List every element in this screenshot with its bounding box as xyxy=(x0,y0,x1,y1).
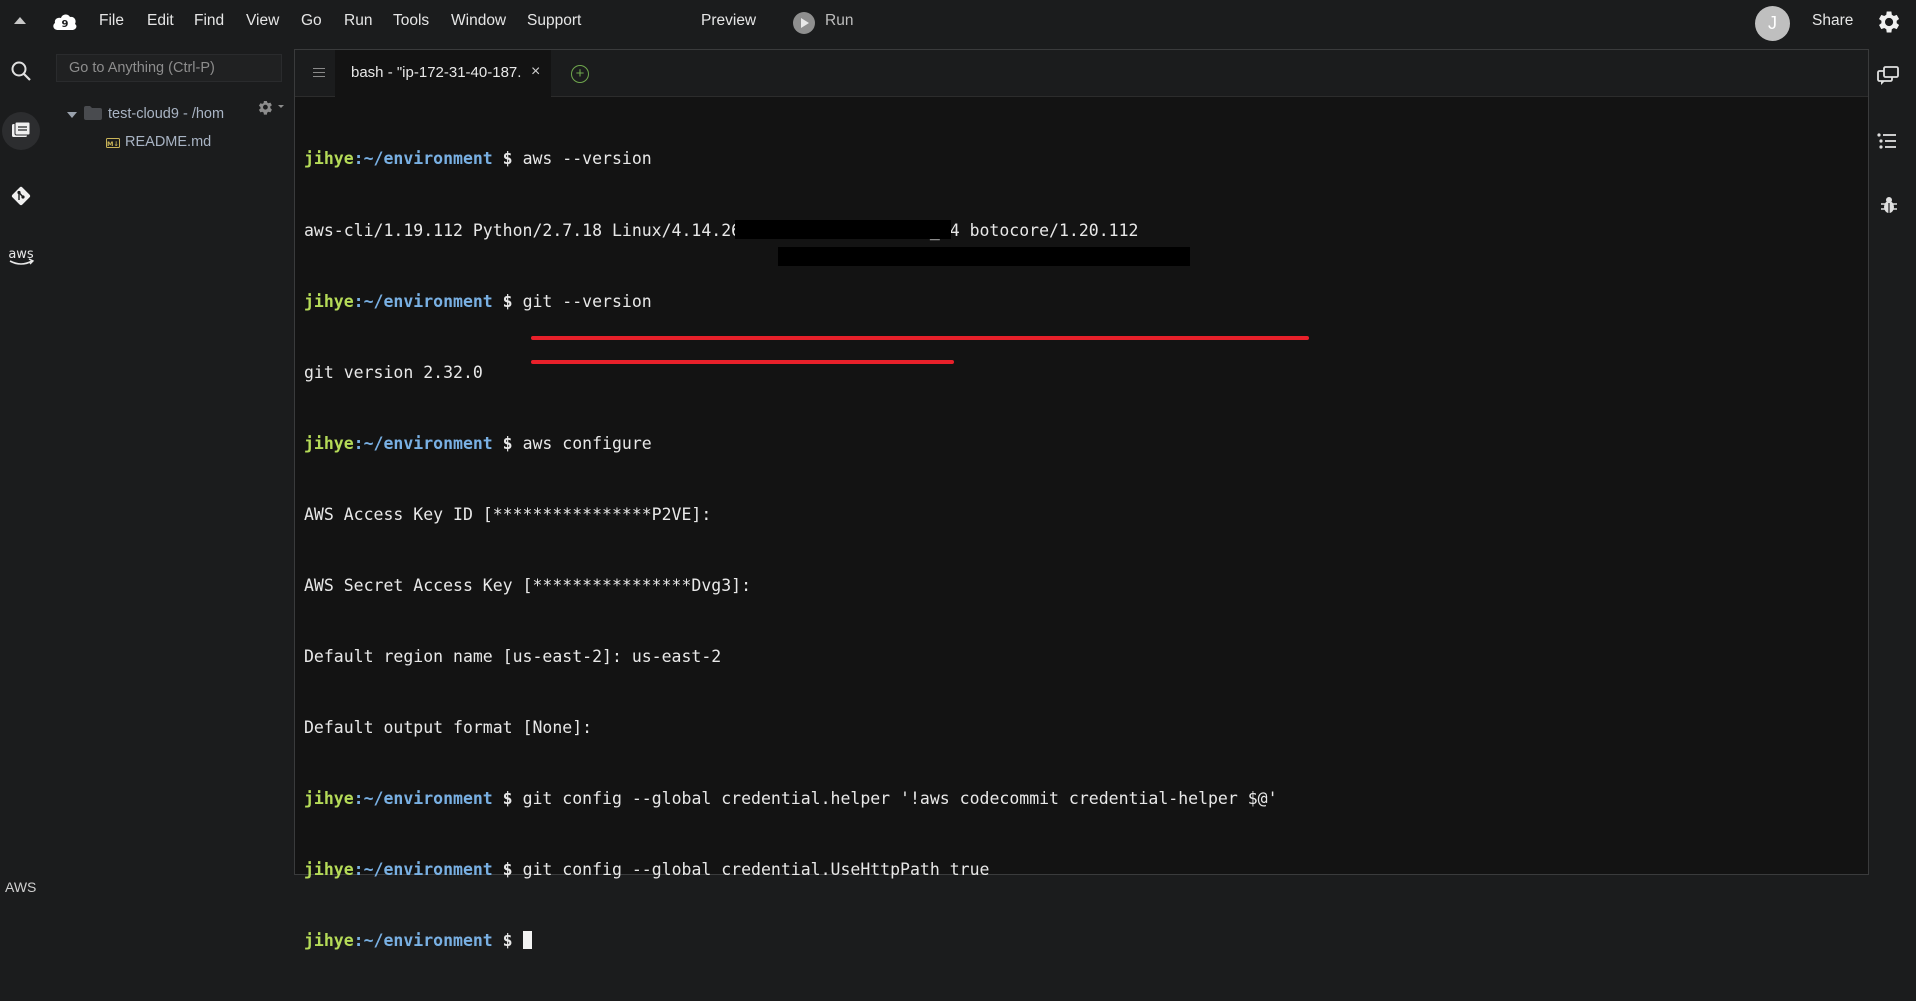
prompt-dollar: $ xyxy=(492,789,523,809)
menu-bar: 9 File Edit Find View Go Run Tools Windo… xyxy=(0,0,1916,46)
tab-menu-icon[interactable] xyxy=(313,68,325,80)
folder-expand-arrow-icon[interactable] xyxy=(67,112,77,118)
redacted-access-key xyxy=(735,220,951,239)
goto-anything-input[interactable]: Go to Anything (Ctrl-P) xyxy=(56,54,282,82)
prompt-dollar: $ xyxy=(492,291,523,311)
prompt-dollar: $ xyxy=(492,860,523,880)
search-icon[interactable] xyxy=(0,60,42,82)
terminal-line: git version 2.32.0 xyxy=(304,361,1278,385)
prompt-user: jihye xyxy=(304,860,354,880)
menu-run[interactable]: Run xyxy=(344,12,372,30)
prompt-user: jihye xyxy=(304,789,354,809)
menu-tools[interactable]: Tools xyxy=(393,12,429,30)
command-text: git config --global credential.helper '!… xyxy=(522,789,1278,809)
command-text: git config --global credential.UseHttpPa… xyxy=(522,860,990,880)
terminal-line: Default region name [us-east-2]: us-east… xyxy=(304,645,1278,669)
command-text: aws configure xyxy=(522,433,652,453)
terminal-line: Default output format [None]: xyxy=(304,716,1278,740)
menu-support[interactable]: Support xyxy=(527,12,581,30)
prompt-dollar: $ xyxy=(492,433,523,453)
share-button[interactable]: Share xyxy=(1812,12,1853,30)
tree-settings-gear-icon[interactable] xyxy=(256,98,286,120)
prompt-dollar: $ xyxy=(492,149,523,169)
prompt-user: jihye xyxy=(304,433,354,453)
menu-go[interactable]: Go xyxy=(301,12,322,30)
collaborate-chat-icon[interactable] xyxy=(1876,66,1900,92)
terminal-line: jihye:~/environment $ git config --globa… xyxy=(304,787,1278,811)
output-text: Default region name [us-east-2]: us-east… xyxy=(304,647,722,667)
terminal-line: jihye:~/environment $ git config --globa… xyxy=(304,858,1278,882)
prompt-user: jihye xyxy=(304,149,354,169)
preview-button[interactable]: Preview xyxy=(701,12,756,30)
prompt-path: :~/environment xyxy=(353,789,493,809)
prompt-path: :~/environment xyxy=(353,433,493,453)
prompt-path: :~/environment xyxy=(353,931,493,951)
terminal-pane: bash - "ip-172-31-40-187. × + jihye:~/en… xyxy=(294,49,1869,950)
source-control-icon[interactable] xyxy=(0,184,42,208)
terminal-line: jihye:~/environment $ aws --version xyxy=(304,147,1278,171)
tab-close-icon[interactable]: × xyxy=(531,63,540,81)
terminal-line: AWS Access Key ID [****************P2VE]… xyxy=(304,503,1278,527)
environment-files-icon[interactable] xyxy=(0,121,42,139)
terminal-line: jihye:~/environment $ aws configure xyxy=(304,432,1278,456)
tab-bar: bash - "ip-172-31-40-187. × + xyxy=(295,50,1868,97)
prompt-dollar: $ xyxy=(492,931,523,951)
cloud9-logo-icon[interactable]: 9 xyxy=(52,12,78,36)
menu-view[interactable]: View xyxy=(246,12,279,30)
collapse-menu-icon[interactable] xyxy=(14,17,26,24)
run-icon[interactable] xyxy=(793,12,815,34)
svg-text:9: 9 xyxy=(62,19,69,30)
menu-window[interactable]: Window xyxy=(451,12,506,30)
terminal-line: jihye:~/environment $ xyxy=(304,929,1278,953)
markdown-file-icon: M↓ xyxy=(106,136,120,152)
prompt-user: jihye xyxy=(304,931,354,951)
run-button[interactable]: Run xyxy=(825,12,853,30)
tab-label: bash - "ip-172-31-40-187. xyxy=(351,64,522,81)
command-text: git --version xyxy=(522,291,652,311)
settings-gear-icon[interactable] xyxy=(1874,8,1902,40)
redacted-secret-key xyxy=(778,247,1190,266)
highlight-underline xyxy=(531,336,1309,340)
prompt-path: :~/environment xyxy=(353,291,493,311)
folder-icon xyxy=(84,106,102,124)
avatar[interactable]: J xyxy=(1755,6,1790,41)
aws-toolkit-icon[interactable]: aws xyxy=(0,246,42,268)
output-text: AWS Access Key ID [****************P2VE]… xyxy=(304,504,712,524)
terminal-line: jihye:~/environment $ git --version xyxy=(304,290,1278,314)
menu-edit[interactable]: Edit xyxy=(147,12,174,30)
highlight-underline xyxy=(531,360,954,364)
prompt-user: jihye xyxy=(304,291,354,311)
svg-text:M↓: M↓ xyxy=(107,140,119,148)
prompt-path: :~/environment xyxy=(353,149,493,169)
tab-bash-terminal[interactable]: bash - "ip-172-31-40-187. × xyxy=(335,50,551,97)
terminal-line: AWS Secret Access Key [****************D… xyxy=(304,574,1278,598)
output-text: aws-cli/1.19.112 Python/2.7.18 Linux/4.1… xyxy=(304,220,1139,240)
output-text: Default output format [None]: xyxy=(304,718,593,738)
output-text: git version 2.32.0 xyxy=(304,362,483,382)
readme-file[interactable]: README.md xyxy=(125,134,211,150)
command-text: aws --version xyxy=(522,149,652,169)
aws-status-label: AWS xyxy=(5,879,37,895)
add-tab-icon[interactable]: + xyxy=(571,65,589,83)
prompt-path: :~/environment xyxy=(353,860,493,880)
terminal-cursor xyxy=(522,931,532,950)
debugger-bug-icon[interactable] xyxy=(1880,195,1898,219)
outline-list-icon[interactable] xyxy=(1876,132,1898,154)
output-text: AWS Secret Access Key [****************D… xyxy=(304,575,752,595)
menu-file[interactable]: File xyxy=(99,12,124,30)
menu-find[interactable]: Find xyxy=(194,12,224,30)
project-folder[interactable]: test-cloud9 - /hom xyxy=(108,106,226,122)
